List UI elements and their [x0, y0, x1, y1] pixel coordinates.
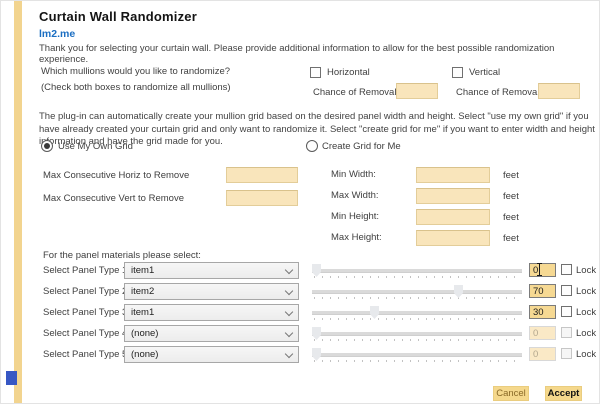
panel-type-51-slider[interactable] [312, 348, 522, 362]
max-height-input[interactable] [416, 230, 490, 246]
slider-track[interactable] [312, 311, 522, 315]
min-width-unit: feet [503, 170, 519, 181]
lm2me-link[interactable]: lm2.me [39, 28, 75, 40]
min-height-unit: feet [503, 212, 519, 223]
max-consecutive-vert-label: Max Consecutive Vert to Remove [43, 193, 184, 204]
panel-materials-heading: For the panel materials please select: [43, 250, 201, 261]
min-height-label: Min Height: [331, 211, 379, 222]
max-height-unit: feet [503, 233, 519, 244]
create-grid-label[interactable]: Create Grid for Me [322, 141, 401, 152]
chevron-down-icon [285, 266, 293, 274]
text-cursor-icon [539, 264, 540, 275]
panel-type-1-label: Select Panel Type 1 [43, 265, 127, 276]
horizontal-checkbox[interactable] [310, 67, 321, 78]
selected-option: item1 [131, 307, 154, 318]
lock-checkbox[interactable] [561, 285, 572, 296]
panel-type-2-value[interactable] [529, 284, 556, 298]
panel-type-2-label: Select Panel Type 2 [43, 286, 127, 297]
create-grid-radio[interactable] [306, 140, 318, 152]
vertical-checkbox[interactable] [452, 67, 463, 78]
selected-option: item2 [131, 286, 154, 297]
chevron-down-icon [285, 308, 293, 316]
panel-type-1-slider[interactable] [312, 264, 522, 278]
panel-type-3-slider[interactable] [312, 306, 522, 320]
panel-type-4-select[interactable]: (none) [124, 325, 299, 342]
max-consecutive-horiz-input[interactable] [226, 167, 298, 183]
accent-stripe [14, 1, 22, 404]
lock-checkbox [561, 348, 572, 359]
min-height-input[interactable] [416, 209, 490, 225]
panel-row: Select Panel Type 1 item1 Lock [1, 262, 600, 280]
page-title: Curtain Wall Randomizer [39, 9, 197, 24]
panel-type-3-label: Select Panel Type 3 [43, 307, 127, 318]
panel-type-4-label: Select Panel Type 4 [43, 328, 127, 339]
panel-type-3-select[interactable]: item1 [124, 304, 299, 321]
slider-track[interactable] [312, 269, 522, 273]
slider-track[interactable] [312, 353, 522, 357]
panel-type-51-select[interactable]: (none) [124, 346, 299, 363]
panel-type-4-value[interactable] [529, 326, 556, 340]
lock-label[interactable]: Lock [576, 265, 596, 276]
max-height-label: Max Height: [331, 232, 382, 243]
chevron-down-icon [285, 287, 293, 295]
panel-row: Select Panel Type 4 (none) Lock [1, 325, 600, 343]
vertical-checkbox-label[interactable]: Vertical [469, 67, 500, 78]
min-width-label: Min Width: [331, 169, 376, 180]
selected-option: item1 [131, 265, 154, 276]
use-own-grid-label[interactable]: Use My Own Grid [58, 141, 133, 152]
lock-label[interactable]: Lock [576, 307, 596, 318]
panel-type-1-value[interactable] [529, 263, 556, 277]
horizontal-checkbox-label[interactable]: Horizontal [327, 67, 370, 78]
min-width-input[interactable] [416, 167, 490, 183]
blue-square-artifact [6, 371, 17, 385]
slider-ticks [314, 276, 520, 278]
selected-option: (none) [131, 349, 158, 360]
lock-label[interactable]: Lock [576, 286, 596, 297]
accept-button[interactable]: Accept [545, 386, 582, 401]
max-width-input[interactable] [416, 188, 490, 204]
mullions-question: Which mullions would you like to randomi… [41, 66, 230, 77]
panel-row: Select Panel Type 3 item1 Lock [1, 304, 600, 322]
panel-type-3-value[interactable] [529, 305, 556, 319]
radio-dot [44, 143, 50, 149]
horizontal-chance-input[interactable] [396, 83, 438, 99]
panel-type-51-value[interactable] [529, 347, 556, 361]
slider-ticks [314, 360, 520, 362]
selected-option: (none) [131, 328, 158, 339]
slider-ticks [314, 318, 520, 320]
curtain-wall-randomizer-dialog: Curtain Wall Randomizer lm2.me Thank you… [0, 0, 600, 404]
panel-type-1-select[interactable]: item1 [124, 262, 299, 279]
panel-type-2-select[interactable]: item2 [124, 283, 299, 300]
slider-ticks [314, 339, 520, 341]
chevron-down-icon [285, 329, 293, 337]
max-consecutive-horiz-label: Max Consecutive Horiz to Remove [43, 170, 189, 181]
intro-text: Thank you for selecting your curtain wal… [39, 43, 596, 65]
panel-type-4-slider[interactable] [312, 327, 522, 341]
mullions-hint: (Check both boxes to randomize all mulli… [41, 82, 231, 93]
slider-track[interactable] [312, 332, 522, 336]
chevron-down-icon [285, 350, 293, 358]
lock-label: Lock [576, 349, 596, 360]
panel-type-2-slider[interactable] [312, 285, 522, 299]
slider-ticks [314, 297, 520, 299]
use-own-grid-radio[interactable] [41, 140, 53, 152]
cancel-button[interactable]: Cancel [493, 386, 529, 401]
panel-row: Select Panel Type 51 (none) Lock [1, 346, 600, 364]
max-width-unit: feet [503, 191, 519, 202]
panel-row: Select Panel Type 2 item2 Lock [1, 283, 600, 301]
vertical-chance-label: Chance of Removal [456, 87, 539, 98]
max-consecutive-vert-input[interactable] [226, 190, 298, 206]
horizontal-chance-label: Chance of Removal [313, 87, 396, 98]
lock-checkbox [561, 327, 572, 338]
lock-checkbox[interactable] [561, 264, 572, 275]
panel-type-51-label: Select Panel Type 51 [43, 349, 133, 360]
slider-track[interactable] [312, 290, 522, 294]
vertical-chance-input[interactable] [538, 83, 580, 99]
lock-label: Lock [576, 328, 596, 339]
max-width-label: Max Width: [331, 190, 379, 201]
lock-checkbox[interactable] [561, 306, 572, 317]
